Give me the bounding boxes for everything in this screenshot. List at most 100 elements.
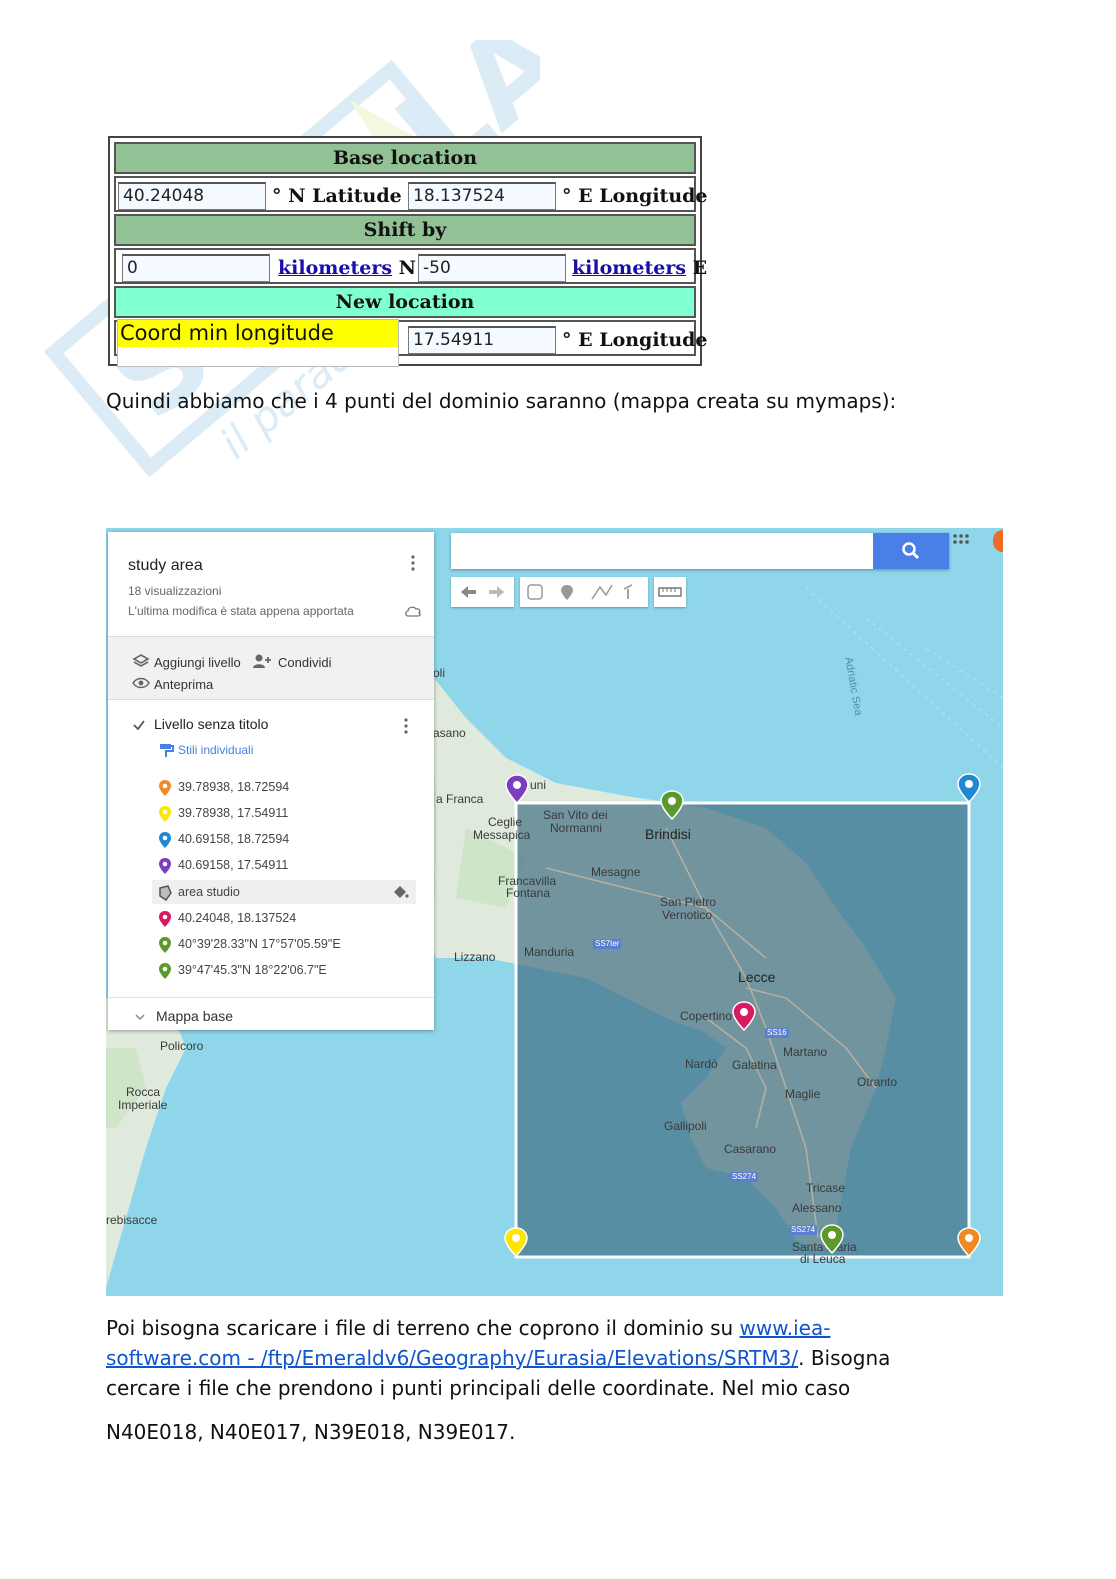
drawing-tools: [520, 577, 648, 607]
base-latitude-input[interactable]: 40.24048: [118, 182, 266, 210]
share-button[interactable]: Condividi: [278, 655, 331, 670]
kilometers-north-link[interactable]: kilometers: [278, 257, 392, 279]
paint-roller-icon: [160, 744, 174, 757]
label-san-vito: San Vito dei: [543, 808, 608, 822]
label-mesagne: Mesagne: [591, 865, 641, 879]
pin-blue-icon[interactable]: [957, 773, 981, 803]
new-longitude-input[interactable]: 17.54911: [408, 326, 556, 354]
label-gallipoli: Gallipoli: [664, 1119, 707, 1133]
label-trebisacce: rebisacce: [106, 1213, 158, 1227]
eye-icon: [132, 677, 150, 689]
tooltip-text: Coord min longitude: [118, 320, 398, 347]
feature-list-item[interactable]: 40°39'28.33"N 17°57'05.59"E: [178, 934, 341, 954]
autocomplete-tooltip: Coord min longitude: [117, 319, 399, 367]
pin-icon: [159, 963, 171, 979]
label-tricase: Tricase: [806, 1181, 845, 1195]
kilometers-east-link[interactable]: kilometers: [572, 257, 686, 279]
north-suffix: N: [398, 257, 417, 279]
paragraph-domain-points: Quindi abbiamo che i 4 punti del dominio…: [106, 389, 897, 413]
more-options-icon[interactable]: [411, 555, 415, 571]
label-galatina: Galatina: [732, 1058, 777, 1072]
last-modified: L'ultima modifica è stata appena apporta…: [128, 604, 354, 618]
longitude-label: ° E Longitude: [562, 185, 708, 207]
label-otranto: Otranto: [857, 1075, 898, 1089]
label-brindisi: Brindisi: [645, 826, 691, 842]
hand-pin-line-tools-icon[interactable]: [520, 577, 648, 607]
paragraph-file-names: N40E018, N40E017, N39E018, N39E017.: [106, 1420, 516, 1444]
shift-row: 0 kilometers N -50 kilometers E: [114, 248, 707, 284]
feature-list-item[interactable]: 39°47'45.3"N 18°22'06.7"E: [178, 960, 327, 980]
road-badge-ss7ter: SS7ter: [593, 939, 622, 949]
label-nardo: Nardò: [685, 1057, 718, 1071]
pin-icon: [159, 911, 171, 927]
label-lecce: Lecce: [738, 969, 776, 985]
label-lizzano: Lizzano: [454, 950, 496, 964]
layer-name[interactable]: Livello senza titolo: [154, 716, 268, 732]
chevron-down-icon[interactable]: [134, 1011, 146, 1023]
individual-styles-link[interactable]: Stili individuali: [178, 743, 253, 757]
pin-icon: [159, 806, 171, 822]
paint-bucket-icon[interactable]: [391, 884, 409, 900]
label-san-vito-2: Normanni: [550, 821, 603, 835]
base-location-row: 40.24048 ° N Latitude 18.137524 ° E Long…: [114, 176, 708, 212]
pin-icon: [159, 780, 171, 796]
mymaps-screenshot: Brindisi Lecce San Vito dei Normanni Mes…: [106, 528, 1003, 1296]
label-fontana: Fontana: [506, 886, 551, 900]
base-map-toggle[interactable]: Mappa base: [156, 1008, 233, 1024]
label-fasano: asano: [433, 726, 466, 740]
pin-magenta-icon[interactable]: [732, 1001, 756, 1031]
east-suffix: E: [692, 257, 708, 279]
base-longitude-input[interactable]: 18.137524: [408, 182, 556, 210]
base-location-header: Base location: [114, 142, 696, 174]
feature-list-item[interactable]: 40.69158, 18.72594: [178, 829, 289, 849]
mymaps-side-panel: study area 18 visualizzazioni L'ultima m…: [108, 532, 434, 1030]
feature-list-item[interactable]: area studio: [178, 882, 240, 902]
feature-list-item[interactable]: 39.78938, 17.54911: [178, 803, 288, 823]
pin-icon: [159, 858, 171, 874]
label-san-pietro: San Pietro: [660, 895, 717, 909]
shift-by-header: Shift by: [114, 214, 696, 246]
polygon-icon: [159, 885, 172, 902]
label-imperiale: Imperiale: [118, 1098, 168, 1112]
preview-button[interactable]: Anteprima: [154, 677, 213, 692]
label-martano: Martano: [783, 1045, 828, 1059]
label-policoro: Policoro: [160, 1039, 204, 1053]
layer-options-icon[interactable]: [404, 718, 408, 734]
paragraph-download-line2: software.com - /ftp/Emeraldv6/Geography/…: [106, 1343, 890, 1373]
paragraph-search-files: cercare i file che prendono i punti prin…: [106, 1376, 851, 1400]
shift-north-input[interactable]: 0: [122, 254, 270, 282]
shift-east-input[interactable]: -50: [418, 254, 566, 282]
ruler-icon[interactable]: [654, 577, 686, 607]
feature-list-item[interactable]: 39.78938, 18.72594: [178, 777, 289, 797]
label-messapica: Messapica: [473, 828, 531, 842]
pin-icon: [159, 937, 171, 953]
pin-orange-icon[interactable]: [957, 1227, 981, 1257]
undo-redo-group: [451, 577, 514, 607]
label-alessano: Alessano: [792, 1201, 842, 1215]
map-search-bar[interactable]: [451, 533, 949, 569]
map-title[interactable]: study area: [128, 557, 203, 575]
label-san-pietro-2: Vernotico: [662, 908, 713, 922]
new-location-header: New location: [114, 286, 696, 318]
pin-purple-icon[interactable]: [505, 774, 529, 804]
feature-list-item[interactable]: 40.69158, 17.54911: [178, 855, 288, 875]
search-button[interactable]: [873, 533, 949, 569]
iea-link-part2[interactable]: software.com - /ftp/Emeraldv6/Geography/…: [106, 1346, 798, 1370]
layers-icon: [132, 654, 150, 667]
panel-divider: [108, 997, 434, 998]
feature-list-item[interactable]: 40.24048, 18.137524: [178, 908, 296, 928]
latitude-label: ° N Latitude: [272, 185, 402, 207]
iea-link-part1[interactable]: www.iea-: [740, 1316, 831, 1340]
pin-green-south-icon[interactable]: [820, 1224, 844, 1254]
checkbox-checked-icon[interactable]: [132, 718, 146, 732]
paragraph-download: Poi bisogna scaricare i file di terreno …: [106, 1313, 830, 1343]
pin-yellow-icon[interactable]: [504, 1227, 528, 1257]
label-manduria: Manduria: [524, 945, 575, 959]
undo-redo-icons[interactable]: [451, 577, 514, 607]
label-copertino: Copertino: [680, 1009, 733, 1023]
label-ostuni: uni: [530, 778, 547, 792]
apps-grid-icon[interactable]: [951, 532, 971, 552]
label-franca: a Franca: [436, 792, 484, 806]
pin-green-icon[interactable]: [660, 790, 684, 820]
add-layer-button[interactable]: Aggiungi livello: [154, 655, 241, 670]
